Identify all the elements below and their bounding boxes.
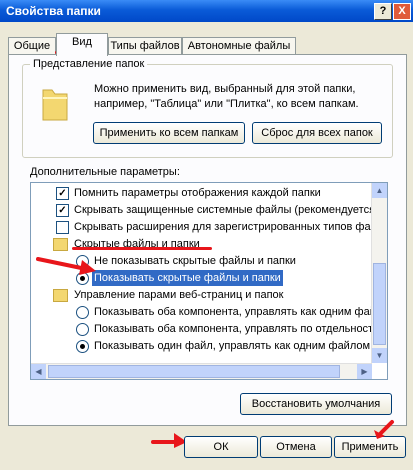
help-button[interactable]: ? <box>374 3 392 20</box>
window-title: Свойства папки <box>6 4 101 18</box>
tab-offline-files[interactable]: Автономные файлы <box>182 37 296 55</box>
advanced-settings-label: Дополнительные параметры: <box>30 166 180 178</box>
scroll-down-icon[interactable]: ▼ <box>372 348 387 363</box>
ok-button[interactable]: ОК <box>184 436 258 458</box>
list-item-label: Показывать оба компонента, управлять по … <box>94 323 380 335</box>
advanced-settings-list[interactable]: ✓ Помнить параметры отображения каждой п… <box>30 182 388 380</box>
scroll-up-icon[interactable]: ▲ <box>372 183 387 198</box>
list-item-label: Управление парами веб-страниц и папок <box>74 289 284 301</box>
list-item-label: Скрывать защищенные системные файлы (рек… <box>74 204 379 216</box>
folder-views-label: Представление папок <box>30 58 148 70</box>
reset-all-folders-button[interactable]: Сброс для всех папок <box>252 122 382 144</box>
tab-view[interactable]: Вид <box>56 33 108 56</box>
title-bar[interactable]: Свойства папки ? X <box>0 0 413 22</box>
tab-file-types[interactable]: Типы файлов <box>108 37 182 55</box>
annotation-arrow-icon <box>36 257 96 275</box>
scroll-thumb[interactable] <box>48 365 340 378</box>
list-item-label: Показывать оба компонента, управлять как… <box>94 306 388 318</box>
radio-selected-icon[interactable] <box>76 340 89 353</box>
list-item-label: Помнить параметры отображения каждой пап… <box>74 187 321 199</box>
tab-general[interactable]: Общие <box>8 37 56 55</box>
radio-unselected-icon[interactable] <box>76 306 89 319</box>
annotation-arrow-icon <box>374 420 394 439</box>
horizontal-scrollbar[interactable]: ◀ ▶ <box>31 363 372 379</box>
scroll-thumb[interactable] <box>373 263 386 345</box>
scroll-left-icon[interactable]: ◀ <box>31 364 46 379</box>
folder-icon <box>42 89 68 121</box>
checkbox-unchecked-icon[interactable] <box>56 221 69 234</box>
close-button[interactable]: X <box>393 3 411 20</box>
restore-defaults-button[interactable]: Восстановить умолчания <box>240 393 392 415</box>
cancel-button[interactable]: Отмена <box>260 436 332 458</box>
list-item-label: Показывать один файл, управлять как одни… <box>94 340 371 352</box>
checkbox-checked-icon[interactable]: ✓ <box>56 187 69 200</box>
vertical-scrollbar[interactable]: ▲ ▼ <box>371 183 387 363</box>
folder-icon <box>53 238 68 251</box>
list-item-label: Не показывать скрытые файлы и папки <box>94 255 296 267</box>
list-item-label: Скрывать расширения для зарегистрированн… <box>74 221 388 233</box>
list-item-label-selected: Показывать скрытые файлы и папки <box>92 270 283 286</box>
checkbox-checked-icon[interactable]: ✓ <box>56 204 69 217</box>
apply-to-all-folders-button[interactable]: Применить ко всем папкам <box>93 122 245 144</box>
folder-views-description: Можно применить вид, выбранный для этой … <box>94 83 359 110</box>
annotation-underline-hidden-files <box>72 247 212 250</box>
radio-unselected-icon[interactable] <box>76 323 89 336</box>
folder-icon <box>53 289 68 302</box>
scroll-right-icon[interactable]: ▶ <box>357 364 372 379</box>
